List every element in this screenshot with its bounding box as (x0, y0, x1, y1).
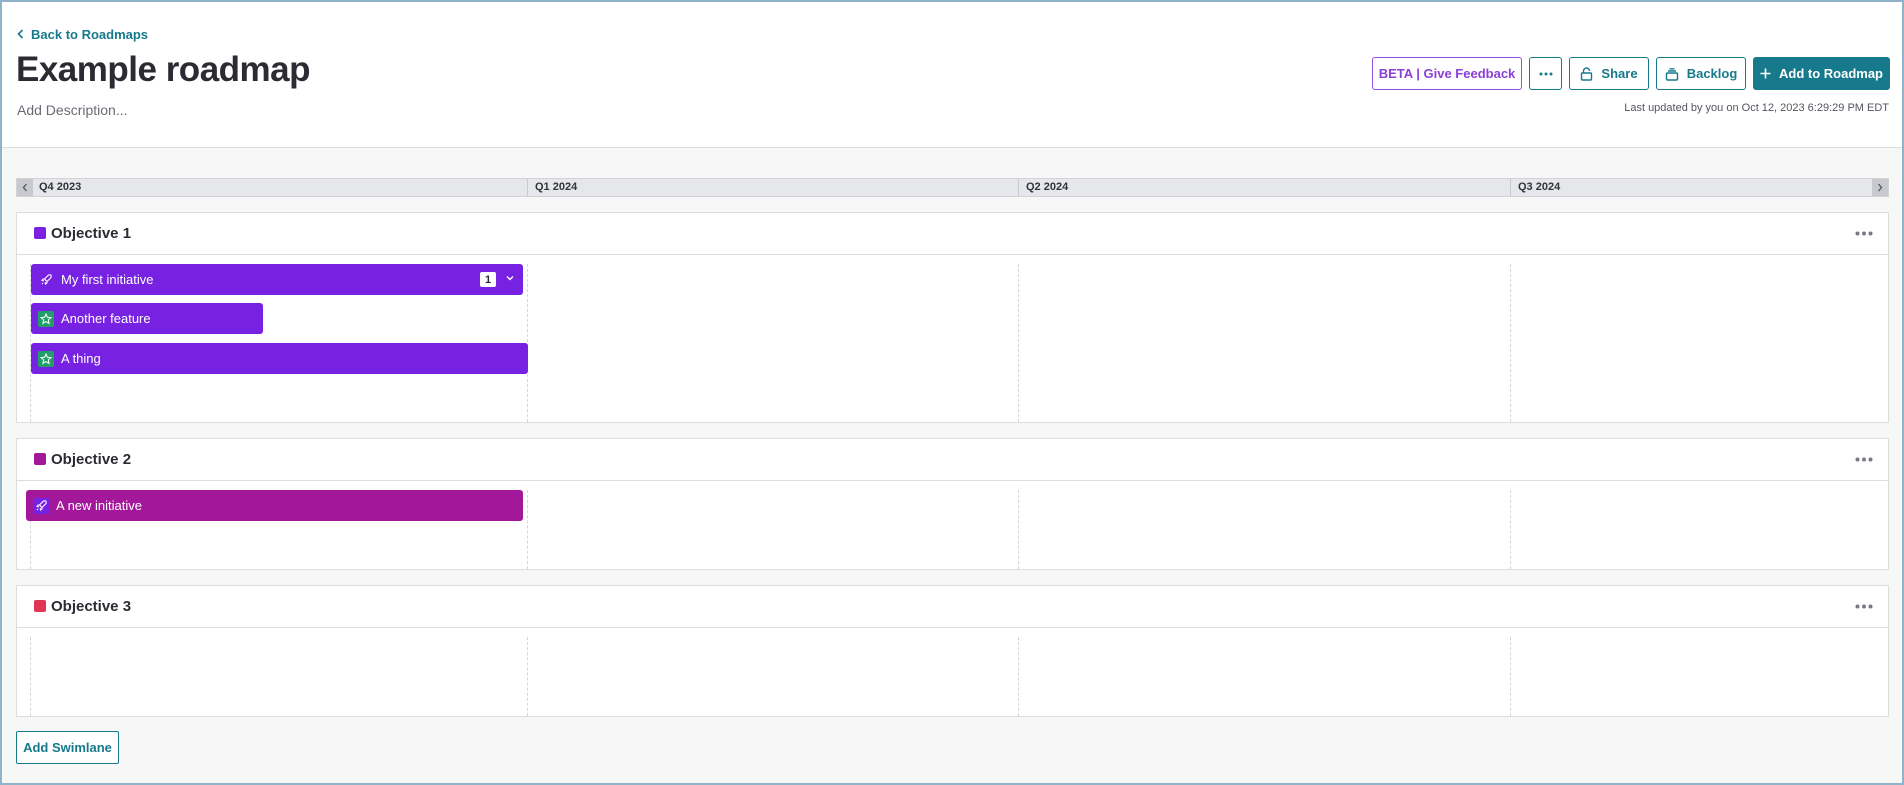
lock-icon (1581, 66, 1593, 81)
share-label: Share (1601, 66, 1638, 81)
ellipsis-icon (1539, 72, 1552, 75)
initiative-label: A new initiative (56, 498, 142, 513)
quarter-label: Q4 2023 (39, 181, 82, 193)
chevron-left-icon (17, 29, 24, 39)
feature-bar[interactable]: A thing (31, 343, 528, 374)
grid-line (1510, 490, 1511, 569)
rocket-icon (33, 497, 49, 514)
chevron-right-icon (1878, 183, 1883, 192)
quarter-divider (1510, 179, 1511, 196)
initiative-bar[interactable]: A new initiative (26, 490, 523, 521)
swimlane-objective-2: Objective 2 A new initiative (16, 438, 1889, 570)
child-count-badge: 1 (480, 272, 496, 287)
swimlane-objective-3: Objective 3 (16, 585, 1889, 717)
swimlane-objective-1: Objective 1 My first initiative 1 Anothe… (16, 212, 1889, 423)
give-feedback-label: BETA | Give Feedback (1378, 66, 1516, 81)
rocket-icon (38, 272, 54, 288)
chevron-left-icon (22, 183, 27, 192)
last-updated-text: Last updated by you on Oct 12, 2023 6:29… (1624, 102, 1889, 114)
swimlane-title[interactable]: Objective 3 (51, 598, 131, 615)
chevron-down-icon[interactable] (505, 273, 515, 283)
add-swimlane-button[interactable]: Add Swimlane (16, 731, 119, 764)
timeline-prev-button[interactable] (17, 179, 33, 196)
grid-line (1018, 264, 1019, 422)
quarter-label: Q2 2024 (1026, 181, 1069, 193)
feature-label: A thing (61, 351, 101, 366)
quarter-label: Q1 2024 (535, 181, 578, 193)
ellipsis-icon (1855, 457, 1873, 462)
page-title[interactable]: Example roadmap (16, 50, 311, 90)
add-to-roadmap-button[interactable]: Add to Roadmap (1753, 57, 1890, 90)
grid-line (1018, 490, 1019, 569)
backlog-button[interactable]: Backlog (1656, 57, 1746, 90)
quarter-divider (1018, 179, 1019, 196)
backlog-label: Backlog (1686, 66, 1738, 81)
quarter-label: Q3 2024 (1518, 181, 1561, 193)
share-button[interactable]: Share (1569, 57, 1649, 90)
back-link-label: Back to Roadmaps (31, 26, 149, 42)
timeline-next-button[interactable] (1872, 179, 1888, 196)
back-to-roadmaps-link[interactable]: Back to Roadmaps (17, 25, 148, 43)
stack-icon (1665, 67, 1678, 81)
timeline-header: Q4 2023 Q1 2024 Q2 2024 Q3 2024 (16, 178, 1889, 197)
star-icon (38, 310, 54, 327)
ellipsis-icon (1855, 231, 1873, 236)
grid-line (1510, 637, 1511, 716)
quarter-divider (527, 179, 528, 196)
feature-label: Another feature (61, 311, 151, 326)
more-options-button[interactable] (1529, 57, 1562, 90)
plus-icon (1760, 68, 1771, 79)
initiative-bar[interactable]: My first initiative 1 (31, 264, 523, 295)
feature-bar[interactable]: Another feature (31, 303, 263, 334)
grid-line (527, 637, 528, 716)
grid-line (527, 490, 528, 569)
objective-color-swatch (34, 453, 46, 465)
description-field[interactable]: Add Description... (17, 102, 128, 118)
star-icon (38, 350, 54, 367)
swimlane-header: Objective 1 (17, 213, 1888, 255)
page-header: Back to Roadmaps Example roadmap Add Des… (0, 0, 1904, 148)
objective-color-swatch (34, 227, 46, 239)
swimlane-header: Objective 3 (17, 586, 1888, 628)
grid-line (1018, 637, 1019, 716)
initiative-label: My first initiative (61, 272, 154, 287)
swimlane-title[interactable]: Objective 2 (51, 451, 131, 468)
swimlane-header: Objective 2 (17, 439, 1888, 481)
header-actions: BETA | Give Feedback Share Backlog Add t… (1372, 57, 1890, 90)
grid-line (1510, 264, 1511, 422)
objective-color-swatch (34, 600, 46, 612)
swimlane-menu-button[interactable] (1855, 449, 1873, 463)
give-feedback-button[interactable]: BETA | Give Feedback (1372, 57, 1522, 90)
add-to-roadmap-label: Add to Roadmap (1779, 66, 1883, 81)
grid-line (30, 637, 31, 716)
swimlane-menu-button[interactable] (1855, 223, 1873, 237)
swimlane-title[interactable]: Objective 1 (51, 225, 131, 242)
ellipsis-icon (1855, 604, 1873, 609)
add-swimlane-label: Add Swimlane (23, 740, 112, 755)
swimlane-menu-button[interactable] (1855, 596, 1873, 610)
